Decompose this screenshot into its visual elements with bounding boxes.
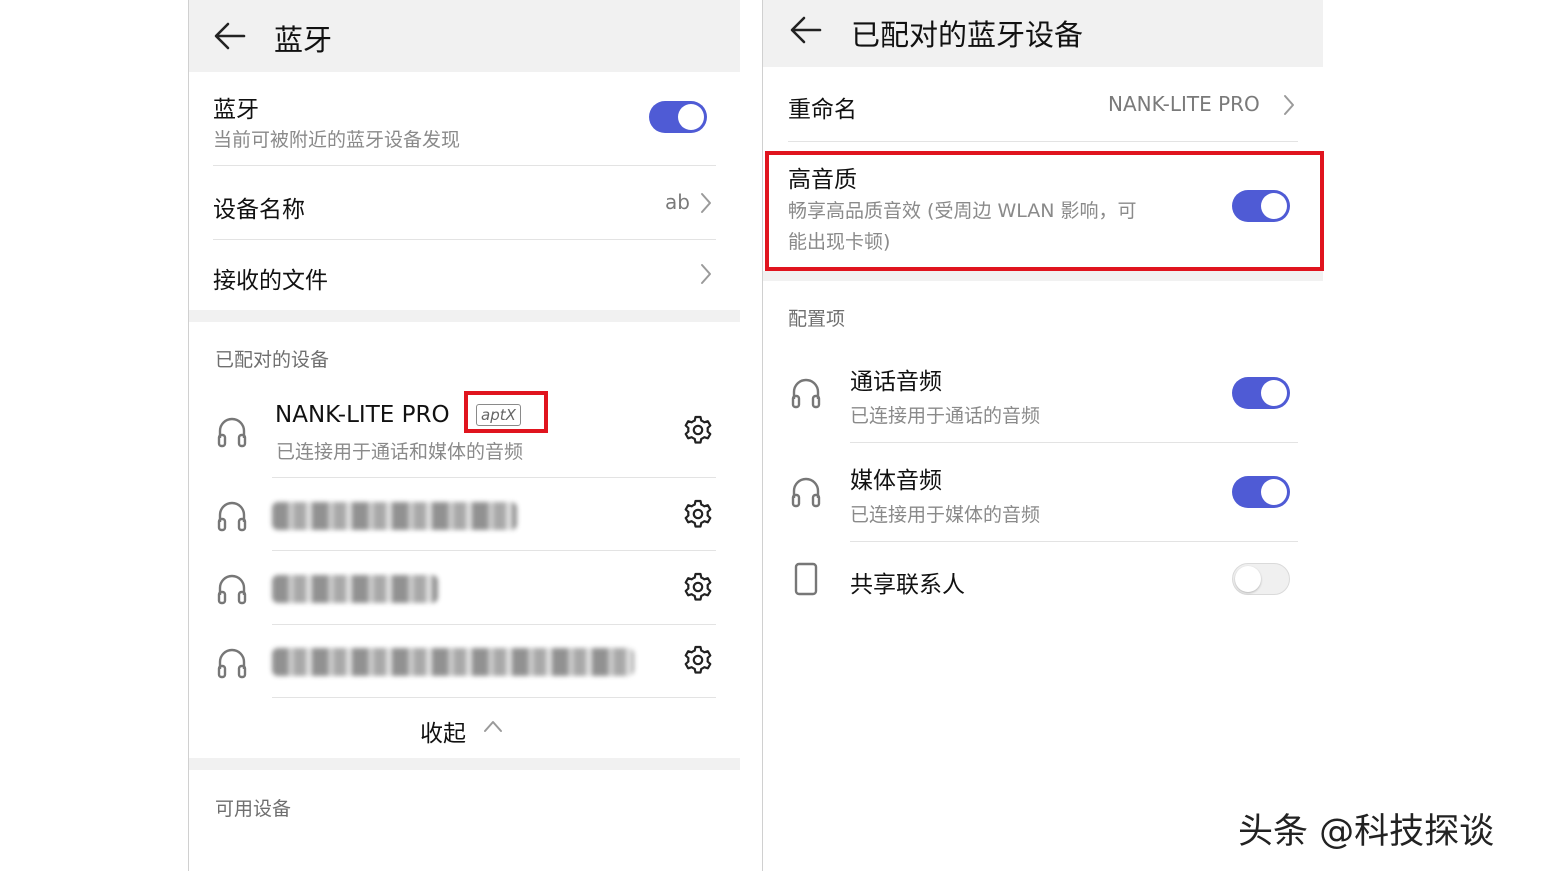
available-section-title: 可用设备	[215, 798, 292, 820]
media-audio-toggle[interactable]	[1232, 476, 1290, 508]
page-title: 已配对的蓝牙设备	[851, 18, 1084, 52]
back-arrow-icon[interactable]	[789, 14, 823, 46]
headphones-icon	[216, 645, 248, 679]
paired-device-status: 已连接用于通话和媒体的音频	[276, 441, 524, 463]
phone-icon	[794, 562, 818, 596]
media-audio-subtitle: 已连接用于媒体的音频	[850, 504, 1041, 526]
blurred-device-name	[272, 648, 634, 676]
highlight-box	[464, 391, 548, 433]
gear-icon[interactable]	[682, 644, 714, 676]
watermark: 头条 @科技探谈	[1238, 812, 1495, 852]
paired-device-name: NANK-LITE PRO	[275, 402, 450, 428]
rename-value: NANK-LITE PRO	[1108, 92, 1260, 116]
gear-icon[interactable]	[682, 414, 714, 446]
headphones-icon	[790, 474, 822, 508]
highlight-box	[765, 151, 1324, 271]
chevron-right-icon	[1283, 94, 1295, 116]
bluetooth-subtitle: 当前可被附近的蓝牙设备发现	[213, 129, 461, 151]
bluetooth-label: 蓝牙	[213, 97, 259, 123]
back-arrow-icon[interactable]	[213, 20, 247, 52]
call-audio-subtitle: 已连接用于通话的音频	[850, 405, 1041, 427]
section-gap	[189, 758, 740, 770]
blurred-device-name	[272, 502, 517, 530]
gear-icon[interactable]	[682, 498, 714, 530]
left-header	[189, 0, 740, 72]
share-contacts-title: 共享联系人	[850, 572, 965, 598]
blurred-device-name	[272, 575, 438, 603]
device-name-value: ab	[665, 190, 690, 214]
bluetooth-toggle[interactable]	[649, 101, 707, 133]
section-gap	[189, 310, 740, 322]
device-name-label: 设备名称	[213, 197, 305, 223]
divider	[788, 141, 1298, 142]
collapse-label: 收起	[420, 721, 466, 747]
received-files-label: 接收的文件	[213, 268, 328, 294]
call-audio-toggle[interactable]	[1232, 377, 1290, 409]
headphones-icon	[216, 498, 248, 532]
section-gap	[763, 271, 1323, 281]
chevron-right-icon	[700, 263, 712, 285]
media-audio-title: 媒体音频	[850, 468, 942, 494]
call-audio-title: 通话音频	[850, 369, 942, 395]
headphones-icon	[216, 414, 248, 448]
gear-icon[interactable]	[682, 571, 714, 603]
rename-label: 重命名	[788, 97, 857, 123]
headphones-icon	[790, 375, 822, 409]
headphones-icon	[216, 571, 248, 605]
chevron-right-icon	[700, 192, 712, 214]
share-contacts-toggle[interactable]	[1232, 563, 1290, 595]
paired-section-title: 已配对的设备	[215, 349, 330, 371]
page-title: 蓝牙	[274, 23, 333, 57]
chevron-up-icon	[483, 719, 503, 733]
config-section-title: 配置项	[788, 308, 846, 330]
divider	[272, 697, 716, 698]
